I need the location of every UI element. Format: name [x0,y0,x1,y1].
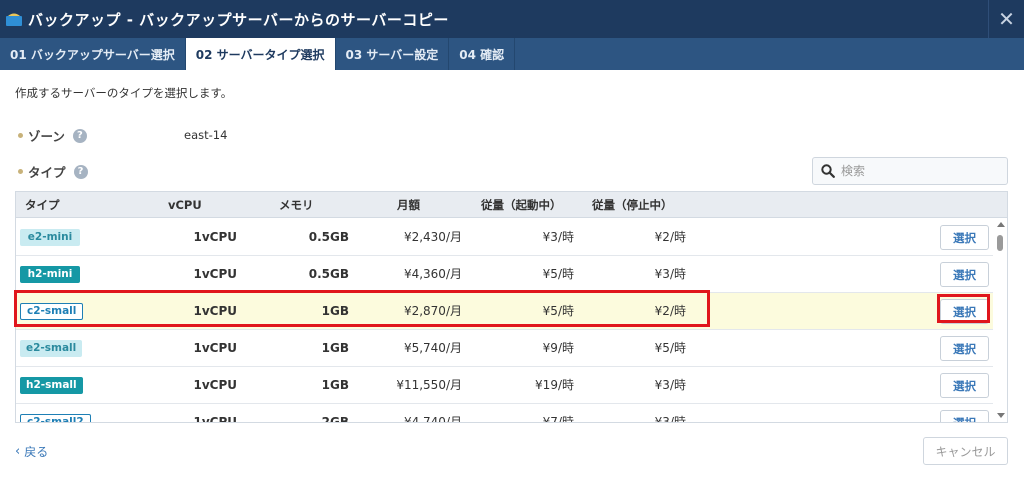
monthly-cell: ¥2,870/月 [403,304,462,318]
back-link[interactable]: ‹ 戻る [15,443,48,460]
table-row[interactable]: e2-mini 1vCPU 0.5GB ¥2,430/月 ¥3/時 ¥2/時 選… [16,219,993,256]
select-button[interactable]: 選択 [940,225,989,250]
chevron-left-icon: ‹ [15,444,21,459]
running-cell: ¥5/時 [542,267,574,281]
col-type[interactable]: タイプ [25,192,60,218]
memory-cell: 1GB [321,341,349,355]
vcpu-cell: 1vCPU [193,341,237,355]
vcpu-cell: 1vCPU [193,267,237,281]
memory-cell: 0.5GB [308,230,349,244]
cancel-button[interactable]: キャンセル [923,437,1008,465]
monthly-cell: ¥4,740/月 [403,415,462,423]
vcpu-cell: 1vCPU [193,230,237,244]
table-row[interactable]: e2-small 1vCPU 1GB ¥5,740/月 ¥9/時 ¥5/時 選択 [16,330,993,367]
tab-server-type-select[interactable]: 02 サーバータイプ選択 [185,38,336,70]
select-button[interactable]: 選択 [940,262,989,287]
bullet-icon [18,133,23,138]
memory-cell: 1GB [321,378,349,392]
help-icon[interactable]: ? [72,128,87,143]
select-button[interactable]: 選択 [940,299,989,324]
title-bar: バックアップ - バックアップサーバーからのサーバーコピー ✕ [0,0,1024,38]
intro-text: 作成するサーバーのタイプを選択します。 [15,86,233,100]
tab-confirm[interactable]: 04 確認 [449,38,516,70]
vcpu-cell: 1vCPU [193,378,237,392]
search-icon [821,164,835,178]
col-vcpu[interactable]: vCPU [168,192,202,218]
zone-label: ゾーン [28,129,65,144]
running-cell: ¥7/時 [542,415,574,423]
table-header: タイプ vCPU メモリ 月額 従量（起動中） 従量（停止中） [16,192,1007,218]
backup-app-icon [6,12,22,26]
running-cell: ¥19/時 [535,378,574,392]
col-stopped[interactable]: 従量（停止中） [592,192,673,218]
tab-server-settings[interactable]: 03 サーバー設定 [336,38,450,70]
type-badge: e2-small [20,340,83,357]
select-button[interactable]: 選択 [940,373,989,398]
zone-value: east-14 [184,128,228,142]
table-row[interactable]: h2-small 1vCPU 1GB ¥11,550/月 ¥19/時 ¥3/時 … [16,367,993,404]
monthly-cell: ¥2,430/月 [403,230,462,244]
vcpu-cell: 1vCPU [193,304,237,318]
vcpu-cell: 1vCPU [193,415,237,423]
server-type-table: タイプ vCPU メモリ 月額 従量（起動中） 従量（停止中） e2-mini … [15,191,1008,423]
stopped-cell: ¥3/時 [654,415,686,423]
col-monthly[interactable]: 月額 [397,192,420,218]
scroll-up-icon[interactable] [997,222,1005,227]
running-cell: ¥5/時 [542,304,574,318]
monthly-cell: ¥4,360/月 [403,267,462,281]
type-label: タイプ [28,165,66,180]
bullet-icon [18,169,23,174]
search-input[interactable] [841,164,1001,178]
tab-backup-server-select[interactable]: 01 バックアップサーバー選択 [0,38,186,70]
step-tabs: 01 バックアップサーバー選択 02 サーバータイプ選択 03 サーバー設定 0… [0,38,1024,70]
scroll-thumb[interactable] [997,235,1003,251]
table-row-selected[interactable]: c2-small 1vCPU 1GB ¥2,870/月 ¥5/時 ¥2/時 選択 [16,293,993,330]
dialog-title: バックアップ - バックアップサーバーからのサーバーコピー [28,10,449,29]
stopped-cell: ¥2/時 [654,230,686,244]
monthly-cell: ¥5,740/月 [403,341,462,355]
type-badge: c2-small [20,303,84,320]
table-scrollbar[interactable] [994,219,1007,422]
table-row[interactable]: h2-mini 1vCPU 0.5GB ¥4,360/月 ¥5/時 ¥3/時 選… [16,256,993,293]
help-icon[interactable]: ? [73,164,88,179]
stopped-cell: ¥3/時 [654,267,686,281]
monthly-cell: ¥11,550/月 [396,378,462,392]
running-cell: ¥9/時 [542,341,574,355]
type-badge: c2-small2 [20,414,91,422]
close-icon[interactable]: ✕ [988,0,1024,38]
scroll-down-icon[interactable] [997,413,1005,418]
search-box[interactable] [812,157,1008,185]
memory-cell: 0.5GB [308,267,349,281]
select-button[interactable]: 選択 [940,410,989,422]
zone-field: ゾーン ? [18,126,87,145]
col-running[interactable]: 従量（起動中） [481,192,562,218]
table-row[interactable]: c2-small2 1vCPU 2GB ¥4,740/月 ¥7/時 ¥3/時 選… [16,404,993,423]
type-badge: h2-small [20,377,83,394]
type-badge: e2-mini [20,229,80,246]
select-button[interactable]: 選択 [940,336,989,361]
memory-cell: 1GB [321,304,349,318]
type-field: タイプ ? [18,162,88,181]
stopped-cell: ¥2/時 [654,304,686,318]
memory-cell: 2GB [321,415,349,423]
stopped-cell: ¥3/時 [654,378,686,392]
running-cell: ¥3/時 [542,230,574,244]
back-label: 戻る [24,445,49,459]
type-badge: h2-mini [20,266,80,283]
col-memory[interactable]: メモリ [279,192,314,218]
stopped-cell: ¥5/時 [654,341,686,355]
